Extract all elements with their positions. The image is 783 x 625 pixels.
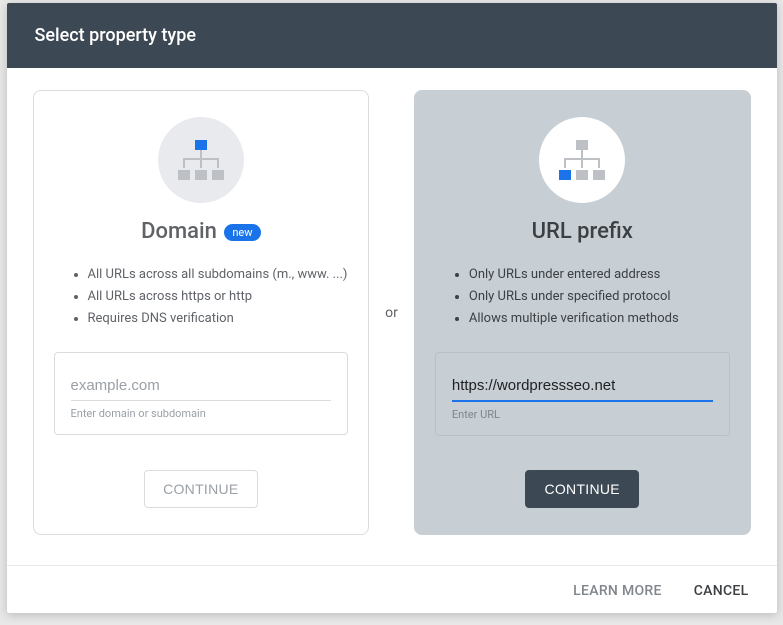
url-input-helper: Enter URL xyxy=(452,408,713,421)
url-input[interactable] xyxy=(452,371,713,402)
url-prefix-card[interactable]: URL prefix Only URLs under entered addre… xyxy=(414,90,751,535)
url-features: Only URLs under entered address Only URL… xyxy=(435,264,730,330)
url-continue-button[interactable]: CONTINUE xyxy=(525,470,639,508)
list-item: All URLs across https or http xyxy=(88,286,349,308)
modal-header: Select property type xyxy=(7,3,777,68)
list-item: Allows multiple verification methods xyxy=(469,308,730,330)
domain-title-text: Domain xyxy=(141,219,217,244)
domain-features: All URLs across all subdomains (m., www.… xyxy=(54,264,349,330)
list-item: Only URLs under entered address xyxy=(469,264,730,286)
sitemap-icon xyxy=(539,117,625,203)
sitemap-icon xyxy=(158,117,244,203)
modal-footer: LEARN MORE CANCEL xyxy=(7,565,777,613)
or-separator: or xyxy=(379,305,404,321)
new-badge: new xyxy=(224,224,260,241)
domain-icon-wrap xyxy=(54,117,349,203)
url-input-box: Enter URL xyxy=(435,352,730,436)
domain-card[interactable]: Domain new All URLs across all subdomain… xyxy=(33,90,370,535)
list-item: Only URLs under specified protocol xyxy=(469,286,730,308)
modal-body: Domain new All URLs across all subdomain… xyxy=(7,68,777,565)
modal-title: Select property type xyxy=(35,25,197,46)
domain-continue-button[interactable]: CONTINUE xyxy=(144,470,258,508)
domain-input[interactable] xyxy=(71,371,332,401)
list-item: Requires DNS verification xyxy=(88,308,349,330)
url-icon-wrap xyxy=(435,117,730,203)
cancel-button[interactable]: CANCEL xyxy=(694,583,749,599)
url-card-title: URL prefix xyxy=(435,219,730,244)
domain-input-helper: Enter domain or subdomain xyxy=(71,407,332,420)
property-type-modal: Select property type Domain new xyxy=(7,3,777,613)
learn-more-link[interactable]: LEARN MORE xyxy=(573,583,662,599)
domain-card-title: Domain new xyxy=(54,219,349,244)
domain-input-box: Enter domain or subdomain xyxy=(54,352,349,435)
list-item: All URLs across all subdomains (m., www.… xyxy=(88,264,349,286)
